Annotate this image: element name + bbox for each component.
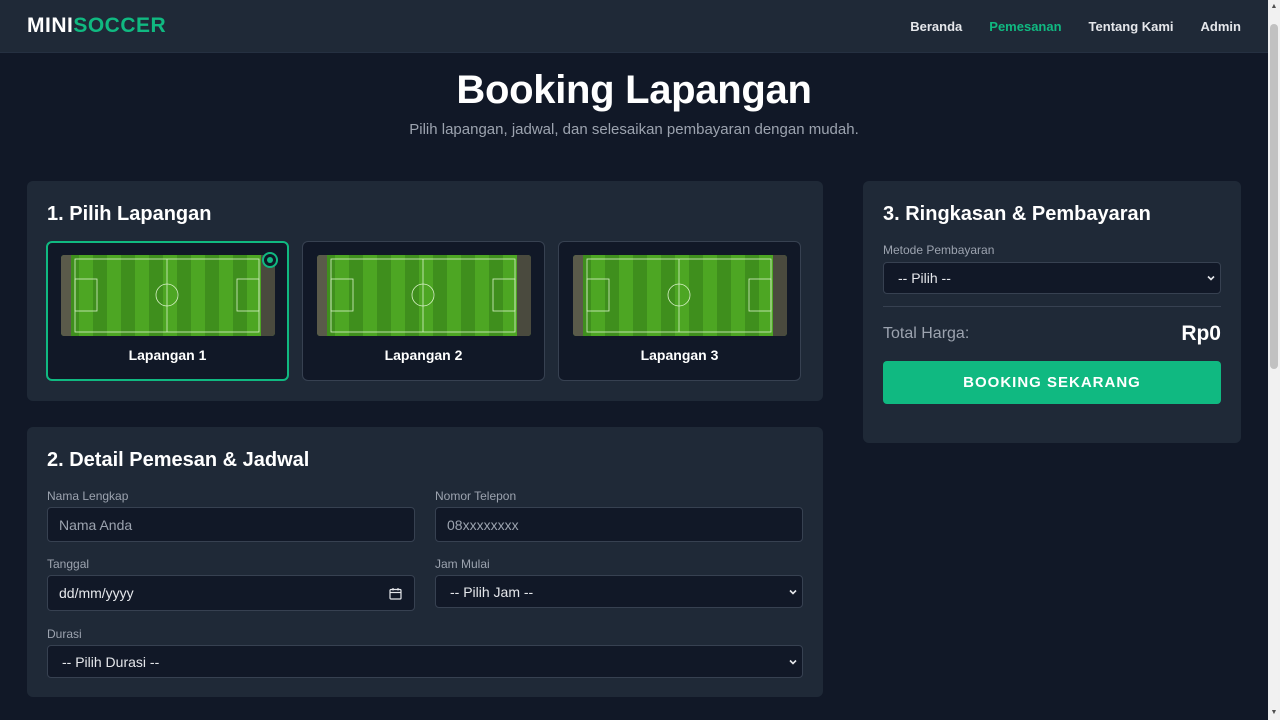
time-select-value: -- Pilih Jam -- — [450, 583, 534, 600]
nav-link-admin[interactable]: Admin — [1201, 19, 1241, 34]
time-label: Jam Mulai — [435, 557, 490, 571]
field-option-1[interactable]: Lapangan 1 — [46, 241, 289, 381]
selected-radio-icon — [262, 252, 278, 268]
field-selection-card: 1. Pilih Lapangan Lapangan 1 Lapangan 2 … — [27, 181, 823, 401]
field-label: Lapangan 1 — [128, 347, 207, 363]
divider — [883, 306, 1221, 307]
logo-part-soccer: SOCCER — [73, 14, 167, 37]
date-field[interactable]: dd/mm/yyyy — [47, 575, 415, 611]
phone-label: Nomor Telepon — [435, 489, 517, 503]
duration-select-value: -- Pilih Durasi -- — [62, 653, 160, 670]
date-value: dd/mm/yyyy — [59, 585, 134, 601]
scrollbar[interactable]: ▲ ▼ — [1268, 0, 1280, 720]
booking-button[interactable]: BOOKING SEKARANG — [883, 361, 1221, 404]
payment-method-value: -- Pilih -- — [898, 270, 951, 286]
summary-card: 3. Ringkasan & Pembayaran Metode Pembaya… — [863, 181, 1241, 443]
summary-section-title: 3. Ringkasan & Pembayaran — [883, 203, 1151, 225]
field-option-3[interactable]: Lapangan 3 — [558, 241, 801, 381]
chevron-down-icon — [789, 659, 797, 665]
logo[interactable]: MINISOCCER — [27, 14, 166, 38]
payment-method-select[interactable]: -- Pilih -- — [883, 262, 1221, 294]
calendar-icon[interactable] — [389, 587, 402, 600]
field-image — [317, 255, 531, 336]
detail-section-title: 2. Detail Pemesan & Jadwal — [47, 449, 310, 471]
page-title: Booking Lapangan — [456, 68, 812, 112]
field-section-title: 1. Pilih Lapangan — [47, 203, 212, 225]
total-price-label: Total Harga: — [883, 325, 970, 342]
navbar: MINISOCCER Beranda Pemesanan Tentang Kam… — [0, 0, 1268, 53]
time-select[interactable]: -- Pilih Jam -- — [435, 575, 803, 608]
total-price-value: Rp0 — [1181, 322, 1221, 345]
page-subtitle: Pilih lapangan, jadwal, dan selesaikan p… — [409, 121, 859, 138]
nav-links: Beranda Pemesanan Tentang Kami Admin — [910, 19, 1241, 34]
nav-link-pemesanan[interactable]: Pemesanan — [989, 19, 1061, 34]
scrollbar-thumb[interactable] — [1270, 24, 1278, 369]
date-label: Tanggal — [47, 557, 90, 571]
booking-detail-card: 2. Detail Pemesan & Jadwal Nama Lengkap … — [27, 427, 823, 697]
duration-label: Durasi — [47, 627, 82, 641]
phone-field[interactable]: 08xxxxxxxx — [435, 507, 803, 542]
scroll-down-arrow-icon[interactable]: ▼ — [1268, 706, 1280, 720]
payment-method-label: Metode Pembayaran — [883, 243, 995, 257]
field-label: Lapangan 3 — [640, 347, 719, 363]
duration-select[interactable]: -- Pilih Durasi -- — [47, 645, 803, 678]
field-label: Lapangan 2 — [384, 347, 463, 363]
chevron-down-icon — [1207, 275, 1215, 281]
name-label: Nama Lengkap — [47, 489, 129, 503]
chevron-down-icon — [789, 589, 797, 595]
field-image — [61, 255, 275, 336]
field-image — [573, 255, 787, 336]
field-option-2[interactable]: Lapangan 2 — [302, 241, 545, 381]
nav-link-beranda[interactable]: Beranda — [910, 19, 962, 34]
nav-link-tentang-kami[interactable]: Tentang Kami — [1089, 19, 1174, 34]
logo-part-mini: MINI — [27, 14, 74, 37]
scroll-up-arrow-icon[interactable]: ▲ — [1268, 0, 1280, 14]
field-options: Lapangan 1 Lapangan 2 Lapangan 3 — [46, 241, 801, 381]
name-field[interactable]: Nama Anda — [47, 507, 415, 542]
